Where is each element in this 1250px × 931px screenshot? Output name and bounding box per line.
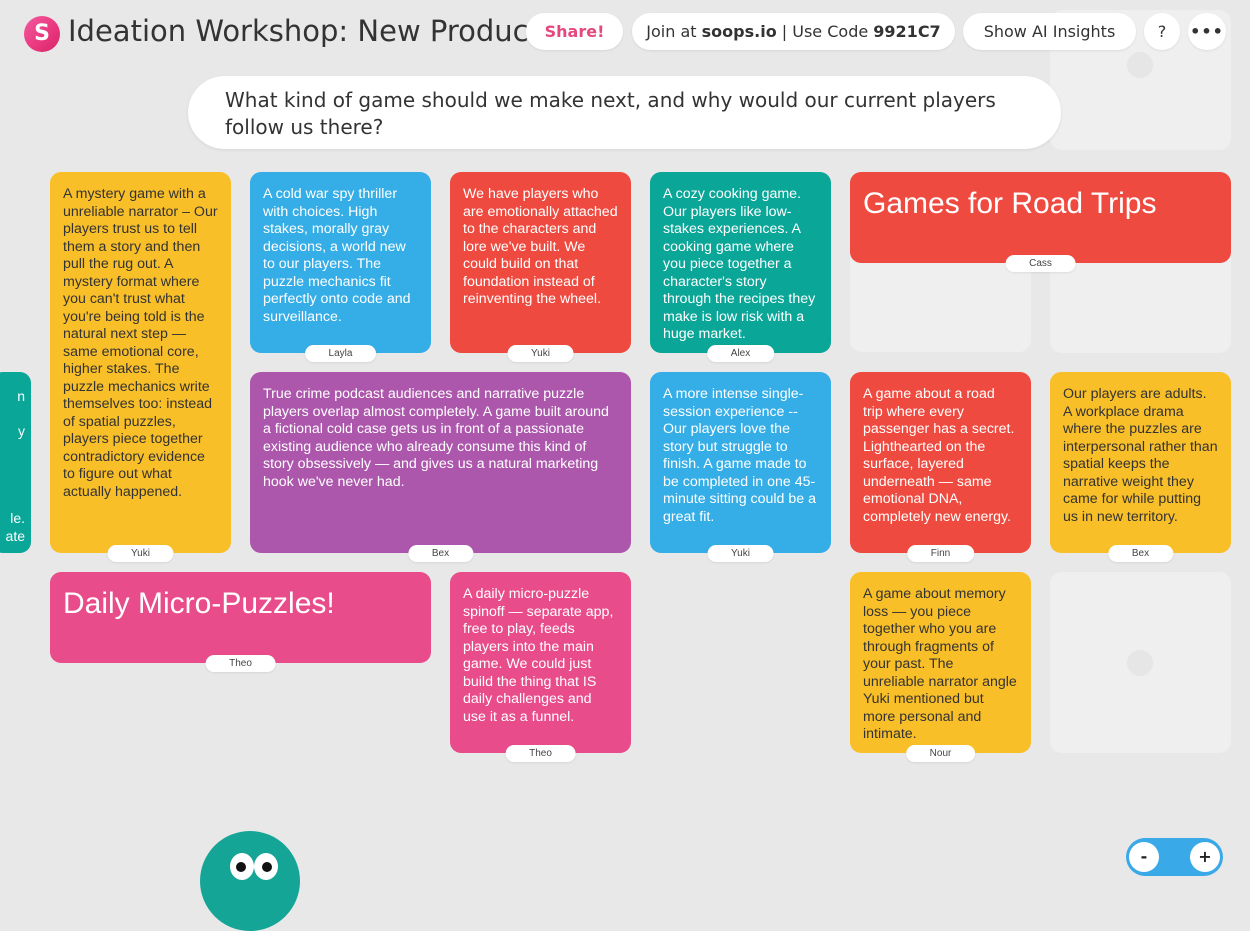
pupil [262, 862, 272, 872]
prompt-bubble: What kind of game should we make next, a… [188, 76, 1061, 149]
idea-card[interactable]: A more intense single-session experience… [650, 372, 831, 562]
soops-logo-icon[interactable]: S [24, 16, 60, 52]
idea-card[interactable]: A cold war spy thriller with choices. Hi… [250, 172, 431, 362]
join-site: soops.io [701, 22, 777, 41]
eye-icon [254, 853, 278, 880]
share-button[interactable]: Share! [526, 13, 623, 50]
idea-card-author: Yuki [707, 545, 774, 562]
idea-card-text: A cozy cooking game. Our players like lo… [663, 186, 816, 342]
join-prefix: Join at [646, 22, 702, 41]
pupil [236, 862, 246, 872]
join-mid: | Use Code [776, 22, 874, 41]
idea-card-author: Bex [407, 545, 474, 562]
category-card[interactable]: Games for Road Trips Cass [850, 172, 1231, 272]
idea-card-author: Alex [706, 345, 775, 362]
category-card[interactable]: Daily Micro-Puzzles! Theo [50, 572, 431, 672]
idea-card-text: Our players are adults. A workplace dram… [1063, 386, 1218, 525]
category-card-title: Daily Micro-Puzzles! [63, 587, 335, 620]
idea-card-text: A game about a road trip where every pas… [863, 386, 1015, 525]
idea-card-text: A cold war spy thriller with choices. Hi… [263, 186, 411, 325]
zoom-out-button[interactable]: - [1129, 842, 1159, 872]
idea-card-author: Yuki [107, 545, 174, 562]
idea-card-text: A more intense single-session experience… [663, 386, 817, 525]
idea-card[interactable]: A mystery game with a unreliable narrato… [50, 172, 231, 562]
idea-card-author: Nour [905, 745, 976, 762]
idea-card-author: Theo [205, 655, 276, 672]
join-info-button[interactable]: Join at soops.io | Use Code 9921C7 [632, 13, 955, 50]
idea-card-text: A mystery game with a unreliable narrato… [63, 186, 218, 500]
category-card-title: Games for Road Trips [863, 187, 1157, 220]
help-button[interactable]: ? [1144, 13, 1180, 50]
zoom-in-button[interactable]: + [1190, 842, 1220, 872]
idea-card-text: A daily micro-puzzle spinoff — separate … [463, 586, 614, 725]
idea-card-text: True crime podcast audiences and narrati… [263, 386, 609, 490]
prompt-question: What kind of game should we make next, a… [225, 88, 996, 139]
idea-card[interactable]: True crime podcast audiences and narrati… [250, 372, 631, 562]
idea-card-author: Theo [505, 745, 576, 762]
zoom-control: - + [1126, 838, 1223, 876]
more-options-button[interactable]: ••• [1188, 13, 1226, 50]
idea-card-author: Finn [906, 545, 975, 562]
idea-card-partial[interactable]: n y le. ate [0, 372, 31, 553]
partial-card-text-bottom: le. ate [5, 510, 25, 544]
idea-card-author: Cass [1005, 255, 1076, 272]
join-code: 9921C7 [873, 22, 941, 41]
idea-card-author: Bex [1107, 545, 1174, 562]
idea-card-author: Yuki [507, 345, 574, 362]
eye-icon [230, 853, 254, 880]
googly-eyed-teal-blob-icon[interactable] [200, 831, 300, 931]
idea-card[interactable]: A game about a road trip where every pas… [850, 372, 1031, 562]
idea-card[interactable]: A daily micro-puzzle spinoff — separate … [450, 572, 631, 762]
idea-card-text: We have players who are emotionally atta… [463, 186, 618, 307]
idea-card-author: Layla [304, 345, 377, 362]
partial-card-text-top: n y [17, 388, 25, 439]
idea-card[interactable]: We have players who are emotionally atta… [450, 172, 631, 362]
show-ai-insights-button[interactable]: Show AI Insights [963, 13, 1136, 50]
idea-card[interactable]: A cozy cooking game. Our players like lo… [650, 172, 831, 362]
page-title: Ideation Workshop: New Product [68, 14, 540, 48]
add-slot-icon[interactable] [1127, 650, 1153, 676]
idea-card[interactable]: Our players are adults. A workplace dram… [1050, 372, 1231, 562]
idea-card[interactable]: A game about memory loss — you piece tog… [850, 572, 1031, 762]
add-slot-icon[interactable] [1127, 52, 1153, 78]
idea-card-text: A game about memory loss — you piece tog… [863, 586, 1017, 742]
